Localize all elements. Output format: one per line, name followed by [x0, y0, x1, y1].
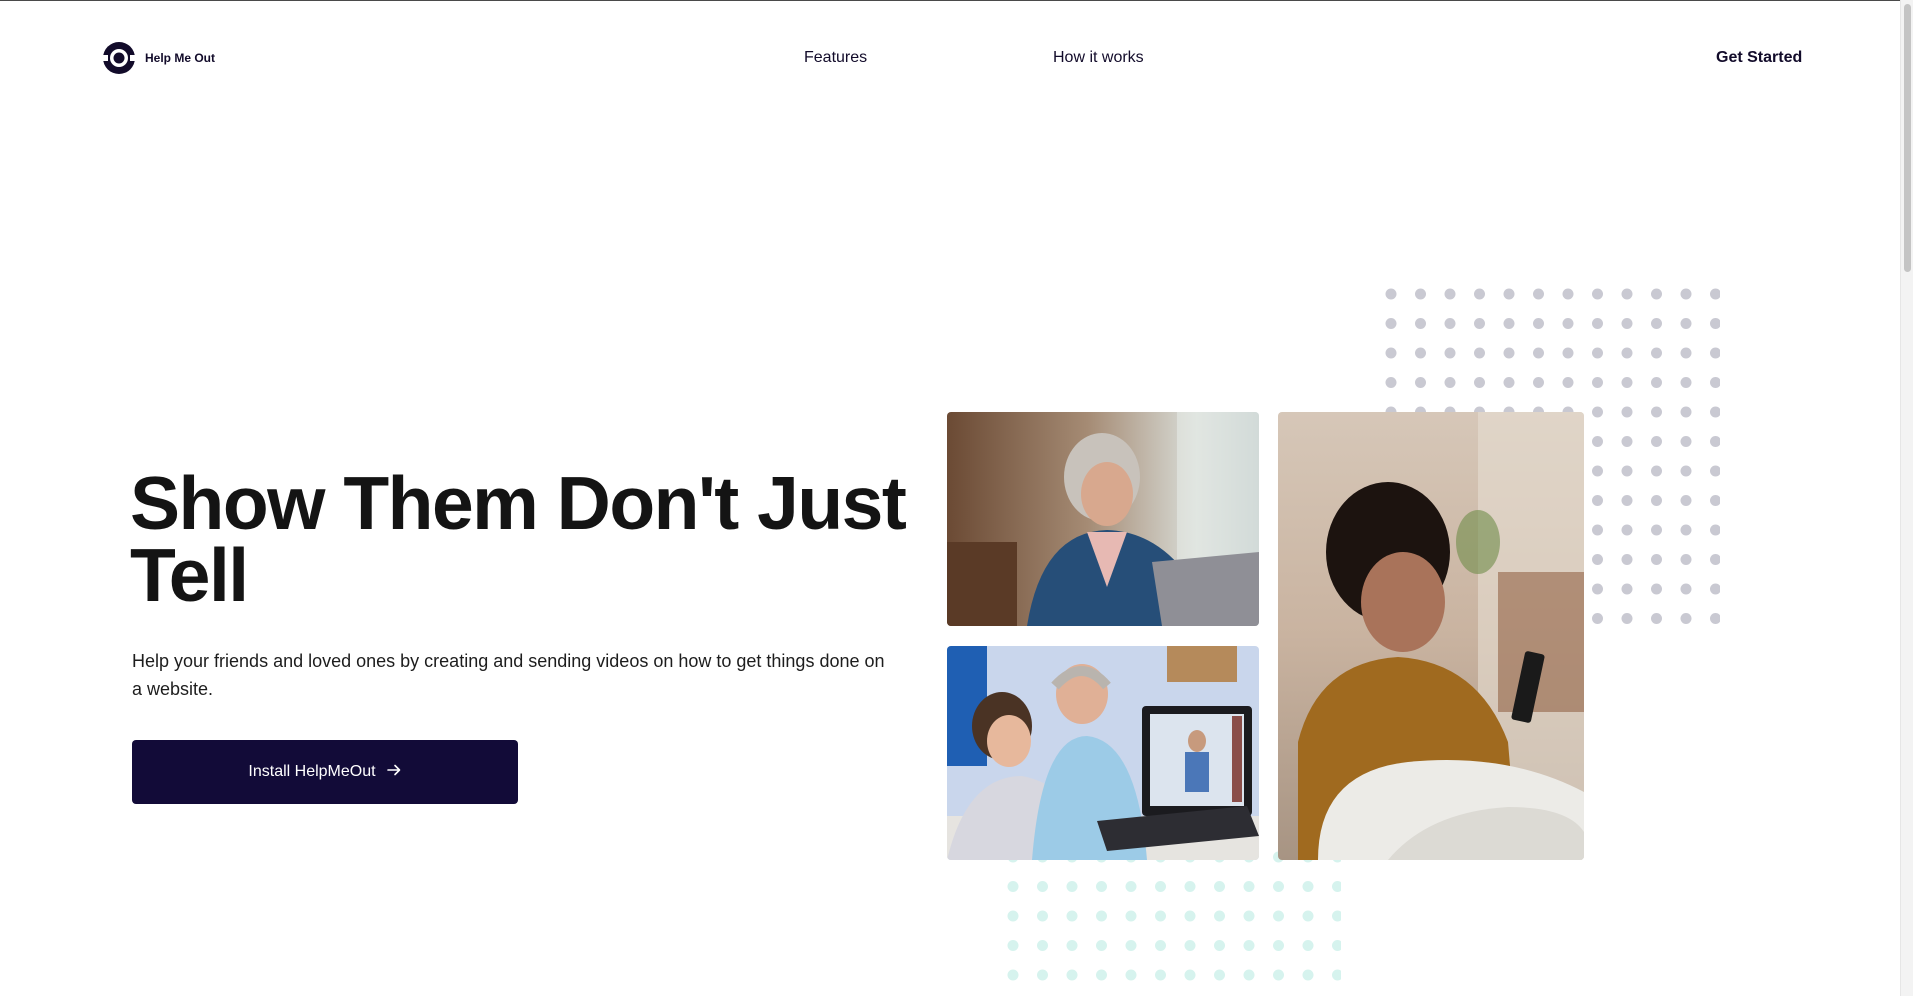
brand-logo[interactable]: Help Me Out — [102, 41, 215, 75]
helpmeout-logo-icon — [102, 41, 136, 75]
photo-grandfather-and-boy-at-laptop — [947, 646, 1259, 860]
install-helpmeout-button[interactable]: Install HelpMeOut — [132, 740, 518, 804]
photo-woman-with-headphones — [947, 412, 1259, 626]
landing-page: Help Me Out Features How it works Get St… — [0, 1, 1900, 996]
brand-name: Help Me Out — [145, 51, 216, 65]
page-scrollbar[interactable] — [1900, 0, 1913, 996]
hero-subtext: Help your friends and loved ones by crea… — [132, 651, 885, 699]
hero-headline: Show Them Don't Just Tell — [130, 461, 907, 617]
scrollbar-thumb[interactable] — [1904, 4, 1911, 272]
decorative-dot-grid-mint — [1001, 844, 1341, 994]
photo-smiling-woman-with-phone — [1278, 412, 1584, 860]
install-button-label: Install HelpMeOut — [248, 763, 376, 780]
nav-features-link[interactable]: Features — [804, 49, 867, 67]
nav-how-it-works-link[interactable]: How it works — [1053, 49, 1144, 67]
arrow-right-icon — [386, 762, 402, 783]
get-started-link[interactable]: Get Started — [1716, 49, 1802, 67]
